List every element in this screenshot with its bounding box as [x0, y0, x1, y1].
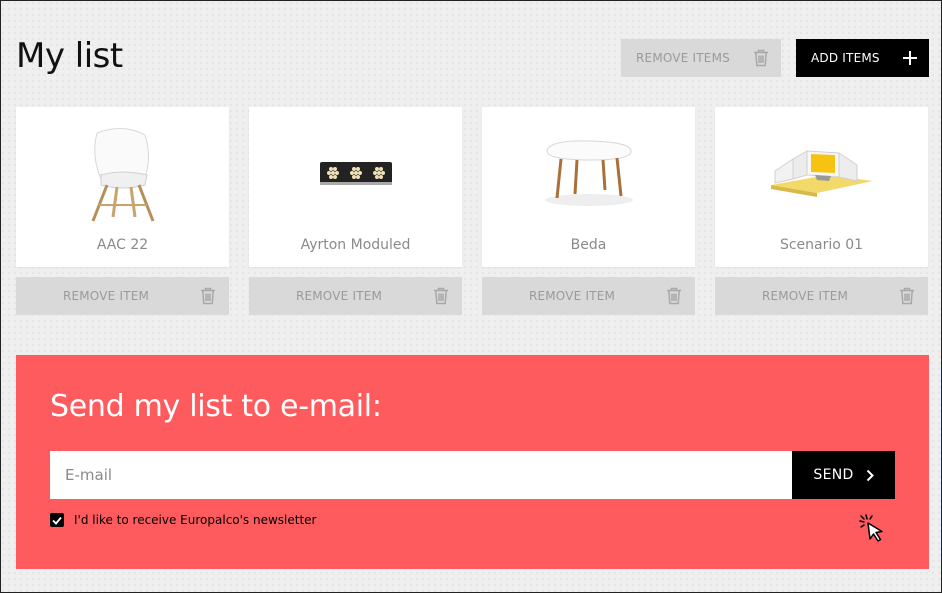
newsletter-checkbox[interactable]: [50, 513, 64, 527]
add-items-button[interactable]: ADD ITEMS: [796, 39, 929, 77]
page-title: My list: [16, 36, 123, 76]
list-item-card: Scenario 01: [715, 107, 928, 267]
item-name: Ayrton Moduled: [300, 237, 411, 253]
list-item-card: AAC 22: [16, 107, 229, 267]
remove-items-button[interactable]: REMOVE ITEMS: [621, 39, 781, 77]
item-image-stage-set: [715, 117, 928, 229]
cursor-icon: [859, 514, 883, 542]
trash-icon: [667, 287, 681, 305]
item-image-coffee-table: [482, 117, 695, 229]
add-items-label: ADD ITEMS: [811, 51, 880, 65]
email-input[interactable]: [50, 451, 792, 499]
send-label: SEND: [813, 467, 854, 483]
item-name: AAC 22: [96, 237, 149, 253]
remove-item-button[interactable]: REMOVE ITEM: [249, 277, 462, 315]
chevron-right-icon: [866, 469, 874, 481]
item-image-led-panel: [249, 117, 462, 229]
trash-icon: [754, 49, 768, 67]
newsletter-label: I'd like to receive Europalco's newslett…: [74, 513, 317, 527]
remove-item-label: REMOVE ITEM: [295, 289, 383, 303]
check-icon: [52, 516, 62, 525]
trash-icon: [434, 287, 448, 305]
remove-items-label: REMOVE ITEMS: [636, 51, 730, 65]
list-item-card: Ayrton Moduled: [249, 107, 462, 267]
remove-item-label: REMOVE ITEM: [528, 289, 616, 303]
trash-icon: [201, 287, 215, 305]
send-list-panel: Send my list to e-mail: SEND I'd like to…: [16, 355, 929, 569]
send-list-title: Send my list to e-mail:: [50, 389, 382, 424]
remove-item-button[interactable]: REMOVE ITEM: [482, 277, 695, 315]
item-image-chair: [16, 117, 229, 229]
remove-item-label: REMOVE ITEM: [62, 289, 150, 303]
trash-icon: [900, 287, 914, 305]
list-item-card: Beda: [482, 107, 695, 267]
remove-item-button[interactable]: REMOVE ITEM: [16, 277, 229, 315]
send-button[interactable]: SEND: [792, 451, 895, 499]
item-name: Beda: [570, 237, 607, 253]
remove-item-button[interactable]: REMOVE ITEM: [715, 277, 928, 315]
item-name: Scenario 01: [779, 237, 864, 253]
plus-icon: [903, 51, 917, 65]
remove-item-label: REMOVE ITEM: [761, 289, 849, 303]
